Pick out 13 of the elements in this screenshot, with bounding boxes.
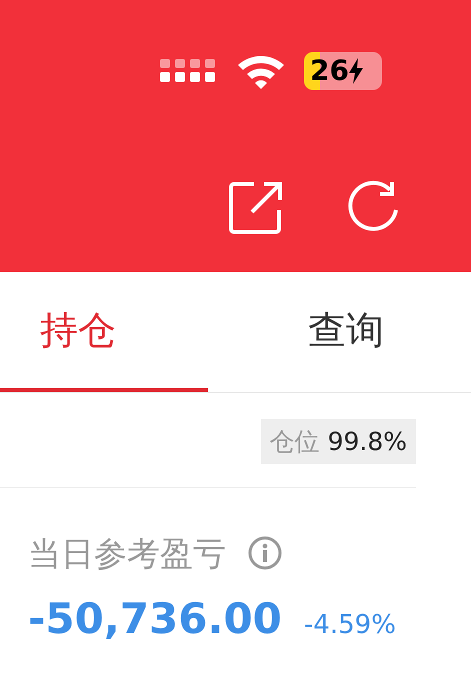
tab[interactable]: 查询 <box>242 272 450 392</box>
position-label: 仓位 <box>270 426 320 458</box>
tab[interactable]: 持仓 <box>0 272 208 392</box>
position-value: 99.8% <box>328 426 407 458</box>
pnl-label: 当日参考盈亏 <box>28 536 226 570</box>
pnl-percent: -4.59% <box>304 612 396 638</box>
signal-icon <box>160 59 218 83</box>
battery-level-text: 26 <box>310 57 349 85</box>
share-icon[interactable] <box>228 180 284 236</box>
info-icon[interactable] <box>248 536 282 570</box>
pnl-amount: -50,736.00 <box>28 598 282 640</box>
bolt-icon <box>348 58 363 84</box>
wifi-icon <box>236 53 286 89</box>
